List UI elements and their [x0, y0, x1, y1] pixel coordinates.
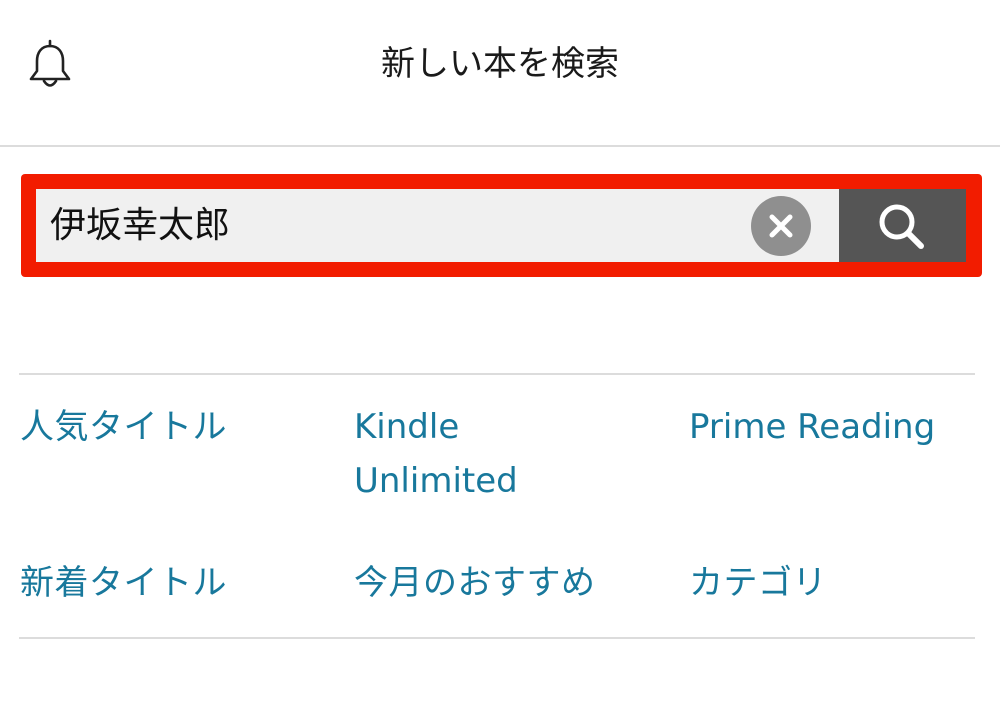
clear-icon[interactable] [751, 196, 811, 256]
search-icon [879, 204, 924, 249]
section-divider-top [19, 373, 975, 375]
link-prime-reading-label: Prime Reading [689, 407, 936, 447]
link-popular-titles[interactable]: 人気タイトル [20, 400, 227, 454]
link-monthly-picks-label: 今月のおすすめ [354, 563, 596, 603]
search-input[interactable]: 伊坂幸太郎 [36, 189, 839, 262]
link-kindle-unlimited-line2: Unlimited [354, 461, 518, 501]
header-divider [0, 145, 1000, 147]
link-new-titles-label: 新着タイトル [20, 563, 227, 603]
link-new-titles[interactable]: 新着タイトル [20, 556, 227, 610]
link-categories[interactable]: カテゴリ [689, 556, 827, 610]
link-kindle-unlimited-line1: Kindle [354, 407, 460, 447]
link-popular-titles-label: 人気タイトル [20, 407, 227, 447]
section-divider-bottom [19, 637, 975, 639]
link-monthly-picks[interactable]: 今月のおすすめ [354, 556, 596, 610]
link-categories-label: カテゴリ [689, 563, 827, 603]
page-title: 新しい本を検索 [381, 44, 619, 84]
search-button[interactable] [839, 189, 966, 262]
search-screen: 新しい本を検索 伊坂幸太郎 人気タイトル Kindle Unlimited Pr… [0, 0, 1000, 705]
link-kindle-unlimited[interactable]: Kindle Unlimited [354, 400, 518, 508]
link-prime-reading[interactable]: Prime Reading [689, 400, 935, 454]
